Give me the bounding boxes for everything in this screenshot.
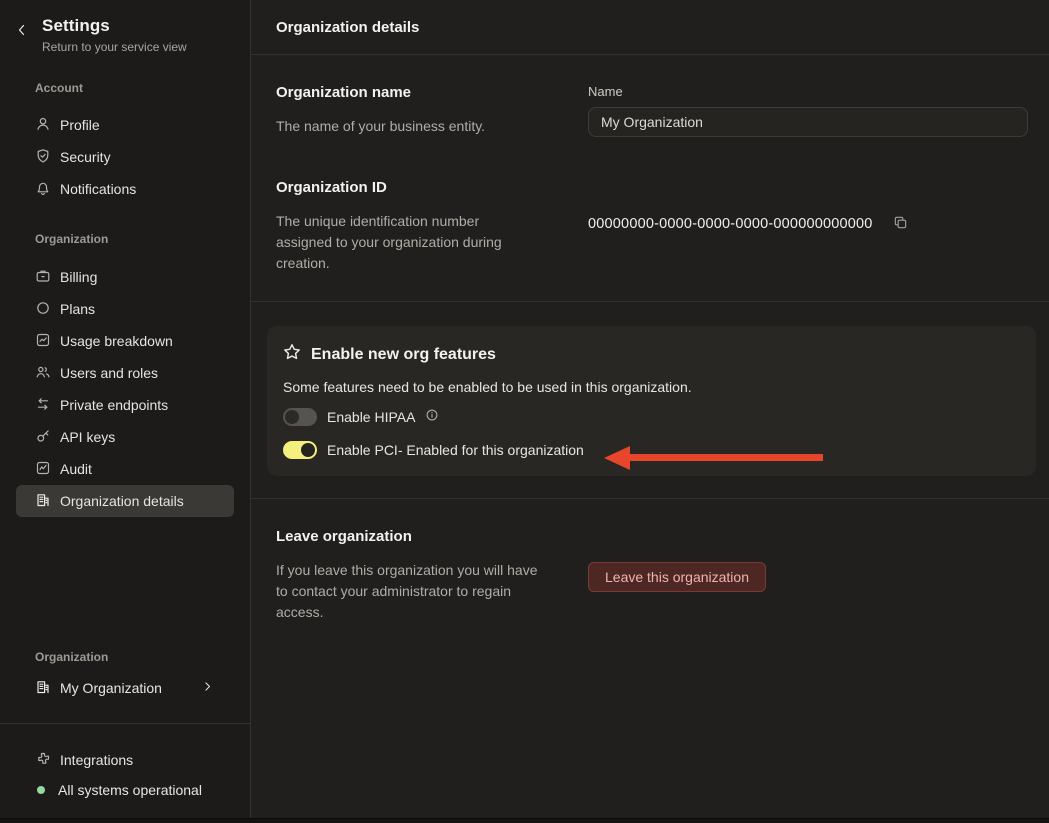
org-name-title: Organization name	[276, 84, 412, 101]
features-card: Enable new org features Some features ne…	[267, 326, 1036, 476]
section-label-account: Account	[35, 81, 83, 95]
hipaa-toggle-label: Enable HIPAA	[327, 409, 416, 425]
page-header: Organization details	[251, 0, 1049, 55]
account-nav: Profile Security Notifications	[0, 109, 250, 205]
org-id-title: Organization ID	[276, 179, 387, 196]
sidebar-item-label: Audit	[60, 461, 92, 477]
sidebar-item-label: Private endpoints	[60, 397, 169, 413]
back-to-service-view[interactable]: Settings Return to your service view	[0, 0, 250, 54]
copy-org-id-button[interactable]	[893, 215, 908, 233]
org-switcher-label: My Organization	[60, 680, 162, 696]
sidebar-item-label: Usage breakdown	[60, 333, 173, 349]
swap-arrows-icon	[35, 396, 51, 415]
sidebar-item-label: Organization details	[60, 493, 184, 509]
puzzle-icon	[35, 751, 51, 770]
organization-nav: Billing Plans Usage breakdown Users and …	[0, 261, 250, 517]
status-dot	[37, 786, 45, 794]
sidebar-item-label: API keys	[60, 429, 116, 445]
window-bottom-edge	[0, 818, 1049, 823]
sidebar-item-label: Billing	[60, 269, 98, 285]
sidebar-item-label: Users and roles	[60, 365, 159, 381]
chevron-right-icon	[201, 680, 214, 696]
info-icon[interactable]	[425, 408, 439, 427]
leave-org-button[interactable]: Leave this organization	[588, 562, 766, 592]
users-icon	[35, 364, 51, 383]
organization-details-page: Organization details Organization name T…	[251, 0, 1049, 823]
org-id-value: 00000000-0000-0000-0000-000000000000	[588, 216, 873, 232]
chevron-left-icon	[14, 16, 32, 54]
copy-icon	[893, 215, 908, 233]
sidebar-item-usage-breakdown[interactable]: Usage breakdown	[16, 325, 234, 357]
activity-icon	[35, 460, 51, 479]
org-switcher[interactable]: My Organization	[16, 672, 234, 704]
sidebar-item-label: Plans	[60, 301, 96, 317]
sidebar-divider	[0, 723, 250, 724]
bell-icon	[35, 180, 51, 199]
shield-check-icon	[35, 148, 51, 167]
page-title: Organization details	[276, 18, 420, 36]
circle-icon	[35, 300, 51, 319]
sidebar-item-api-keys[interactable]: API keys	[16, 421, 234, 453]
settings-app: Settings Return to your service view Acc…	[0, 0, 1049, 823]
integrations-link[interactable]: Integrations	[16, 744, 234, 776]
building-icon	[35, 679, 51, 698]
sidebar-title: Settings	[42, 16, 110, 35]
name-field-label: Name	[588, 84, 623, 99]
sidebar-bottom: Organization My Organization Integration…	[0, 650, 250, 823]
sidebar-item-label: Profile	[60, 117, 100, 133]
leave-org-description: If you leave this organization you will …	[276, 562, 538, 620]
sidebar-item-private-endpoints[interactable]: Private endpoints	[16, 389, 234, 421]
billing-icon	[35, 268, 51, 287]
building-icon	[35, 492, 51, 511]
org-name-section: Organization name The name of your busin…	[251, 55, 1049, 137]
sidebar-item-users-and-roles[interactable]: Users and roles	[16, 357, 234, 389]
org-id-section: Organization ID The unique identificatio…	[251, 137, 1049, 274]
sidebar-item-audit[interactable]: Audit	[16, 453, 234, 485]
hipaa-toggle-row: Enable HIPAA	[283, 406, 1020, 428]
hipaa-toggle[interactable]	[283, 408, 317, 426]
org-name-input[interactable]	[588, 107, 1028, 137]
leave-org-section: Leave organization If you leave this org…	[251, 499, 1049, 623]
section-label-organization: Organization	[35, 232, 109, 246]
features-card-title: Enable new org features	[311, 345, 496, 363]
sidebar-item-notifications[interactable]: Notifications	[16, 173, 234, 205]
chart-icon	[35, 332, 51, 351]
user-icon	[35, 116, 51, 135]
sidebar-item-security[interactable]: Security	[16, 141, 234, 173]
leave-org-title: Leave organization	[276, 528, 412, 545]
settings-sidebar: Settings Return to your service view Acc…	[0, 0, 251, 823]
pci-toggle[interactable]	[283, 441, 317, 459]
sidebar-item-billing[interactable]: Billing	[16, 261, 234, 293]
sidebar-item-profile[interactable]: Profile	[16, 109, 234, 141]
integrations-label: Integrations	[60, 752, 134, 768]
features-card-description: Some features need to be enabled to be u…	[283, 379, 692, 395]
sidebar-item-organization-details[interactable]: Organization details	[16, 485, 234, 517]
sidebar-item-label: Notifications	[60, 181, 137, 197]
divider	[251, 301, 1049, 302]
section-label-organization-bottom: Organization	[35, 650, 109, 664]
star-icon	[283, 343, 301, 366]
sidebar-item-plans[interactable]: Plans	[16, 293, 234, 325]
sidebar-subtitle: Return to your service view	[42, 40, 187, 54]
sidebar-item-label: Security	[60, 149, 111, 165]
pci-toggle-label: Enable PCI- Enabled for this organizatio…	[327, 442, 584, 458]
org-id-description: The unique identification number assigne…	[276, 213, 502, 271]
pci-toggle-row: Enable PCI- Enabled for this organizatio…	[283, 439, 1020, 461]
system-status-link[interactable]: All systems operational	[16, 776, 234, 804]
key-icon	[35, 428, 51, 447]
org-name-description: The name of your business entity.	[276, 118, 486, 134]
status-label: All systems operational	[58, 782, 202, 798]
